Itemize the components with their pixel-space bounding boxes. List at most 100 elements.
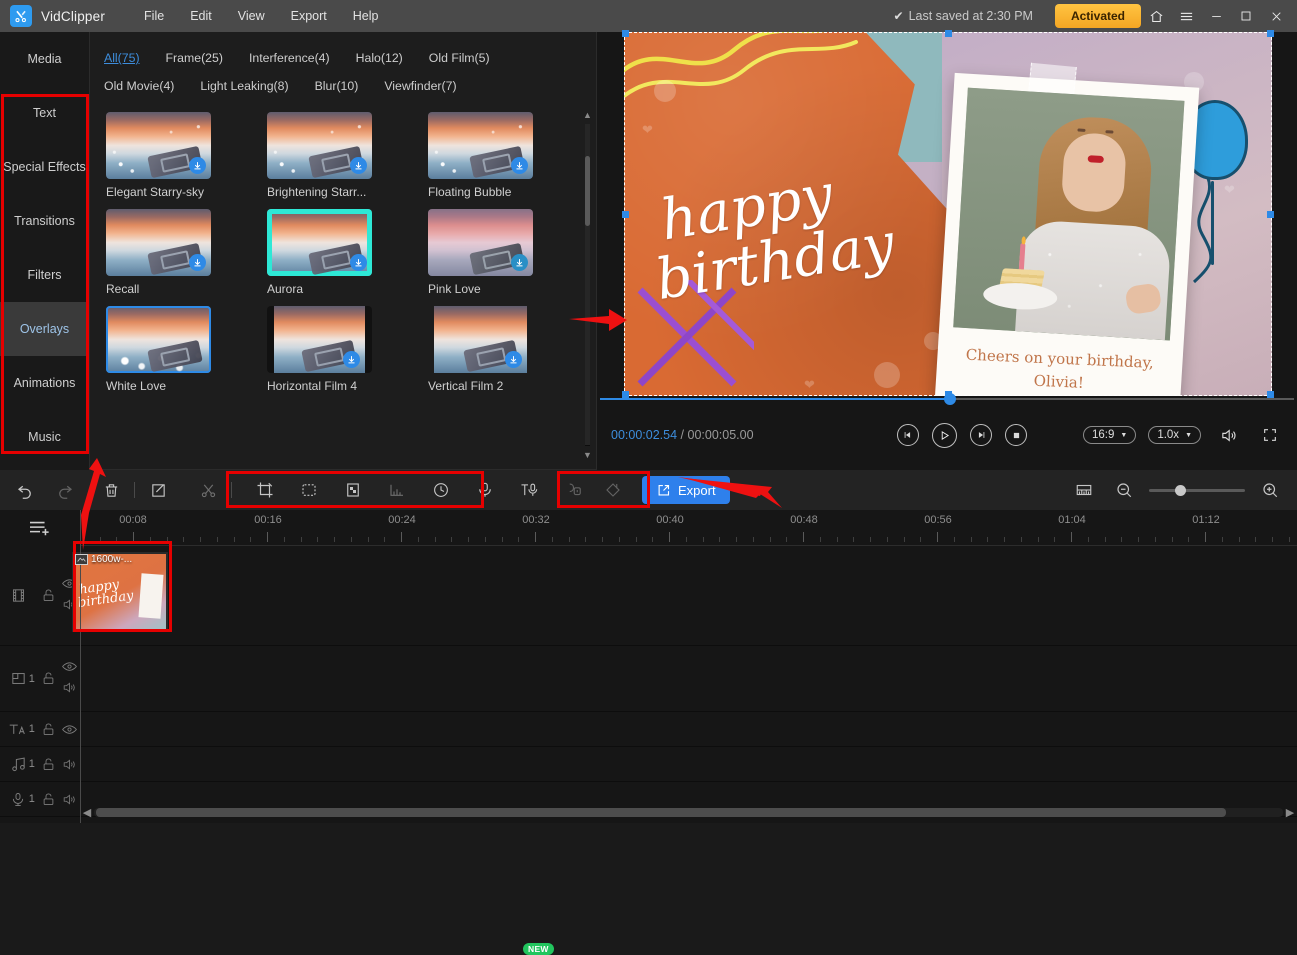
redo-icon[interactable]	[50, 475, 80, 505]
text-to-speech-icon[interactable]	[514, 475, 544, 505]
aspect-ratio-selector[interactable]: 16:9 ▼	[1082, 426, 1137, 444]
step-back-icon[interactable]	[897, 424, 919, 446]
sidebar-item-filters[interactable]: Filters	[0, 248, 89, 302]
sidebar-item-transitions[interactable]: Transitions	[0, 194, 89, 248]
effect-thumbnail[interactable]	[428, 112, 533, 179]
sidebar-item-overlays[interactable]: Overlays	[0, 302, 89, 356]
tab-all[interactable]: All(75)	[104, 51, 140, 65]
eye-icon[interactable]	[59, 724, 80, 735]
delete-icon[interactable]	[96, 475, 126, 505]
activated-badge[interactable]: Activated	[1054, 4, 1141, 28]
unlocked-icon[interactable]	[38, 671, 59, 686]
effect-thumbnail[interactable]	[428, 306, 533, 373]
scrollbar-thumb[interactable]	[96, 807, 1226, 817]
timeline-horizontal-scrollbar[interactable]: ◀ ▶	[80, 803, 1297, 821]
menu-view[interactable]: View	[225, 5, 278, 27]
track-video[interactable]: happy birthday 1600w-...	[0, 546, 1297, 646]
undo-icon[interactable]	[10, 475, 40, 505]
split-icon[interactable]	[193, 475, 223, 505]
speaker-icon[interactable]	[59, 793, 80, 806]
download-icon[interactable]	[505, 351, 522, 368]
effect-thumbnail[interactable]	[106, 306, 211, 373]
add-track-button[interactable]	[0, 510, 80, 546]
track-body-music[interactable]	[80, 747, 1297, 781]
sidebar-item-animations[interactable]: Animations	[0, 356, 89, 410]
effect-card[interactable]: Vertical Film 2	[428, 306, 589, 393]
maximize-icon[interactable]	[1231, 0, 1261, 32]
effect-card[interactable]: Recall	[106, 209, 267, 296]
progress-knob[interactable]	[944, 393, 956, 405]
track-music[interactable]: 1	[0, 747, 1297, 782]
download-icon[interactable]	[511, 254, 528, 271]
effect-card[interactable]: Brightening Starr...	[267, 112, 428, 199]
download-icon[interactable]	[189, 254, 206, 271]
zoom-out-icon[interactable]	[1109, 475, 1139, 505]
speed-selector[interactable]: 1.0x ▼	[1148, 426, 1201, 444]
step-forward-icon[interactable]	[970, 424, 992, 446]
home-icon[interactable]	[1141, 0, 1171, 32]
effect-thumbnail[interactable]	[106, 112, 211, 179]
tab-light-leaking[interactable]: Light Leaking(8)	[200, 79, 288, 93]
tab-old-film[interactable]: Old Film(5)	[429, 51, 490, 65]
eye-icon[interactable]	[62, 661, 78, 675]
scroll-right-icon[interactable]: ▶	[1283, 806, 1297, 819]
audio-levels-icon[interactable]	[382, 475, 412, 505]
stop-icon[interactable]	[1005, 424, 1027, 446]
unlocked-icon[interactable]	[38, 588, 59, 603]
track-body-video[interactable]: happy birthday 1600w-...	[72, 546, 1297, 645]
menu-edit[interactable]: Edit	[177, 5, 225, 27]
chroma-key-icon[interactable]	[338, 475, 368, 505]
zoom-in-icon[interactable]	[1255, 475, 1285, 505]
unlocked-icon[interactable]	[38, 757, 59, 772]
effect-card[interactable]: Pink Love	[428, 209, 589, 296]
shape-mask-icon[interactable]	[598, 475, 628, 505]
fullscreen-icon[interactable]	[1255, 420, 1285, 450]
freeze-frame-icon[interactable]	[560, 475, 590, 505]
effect-thumbnail[interactable]	[267, 112, 372, 179]
speed-clock-icon[interactable]	[426, 475, 456, 505]
effect-thumbnail[interactable]	[106, 209, 211, 276]
sidebar-item-media[interactable]: Media	[0, 32, 89, 86]
download-icon[interactable]	[343, 351, 360, 368]
scroll-down-icon[interactable]: ▼	[583, 450, 592, 460]
scrollbar-track[interactable]	[94, 807, 1283, 817]
playback-progress-bar[interactable]	[600, 393, 1294, 405]
zoom-slider-knob[interactable]	[1175, 484, 1186, 496]
video-clip[interactable]: happy birthday 1600w-...	[72, 552, 168, 632]
effect-card[interactable]: Horizontal Film 4	[267, 306, 428, 393]
close-icon[interactable]	[1261, 0, 1291, 32]
download-icon[interactable]	[350, 157, 367, 174]
timeline-ruler[interactable]: 00:08 00:16 00:24 00:32 00:40 00:48 00:5…	[80, 510, 1297, 546]
effect-thumbnail[interactable]	[428, 209, 533, 276]
track-body-text[interactable]	[80, 712, 1297, 746]
tab-old-movie[interactable]: Old Movie(4)	[104, 79, 174, 93]
menu-icon[interactable]	[1171, 0, 1201, 32]
edit-icon[interactable]	[143, 475, 173, 505]
sidebar-item-text[interactable]: Text	[0, 86, 89, 140]
effect-card[interactable]: Elegant Starry-sky	[106, 112, 267, 199]
sidebar-item-special-effects[interactable]: Special Effects	[0, 140, 89, 194]
sidebar-item-music[interactable]: Music	[0, 410, 89, 464]
effect-card[interactable]: Aurora	[267, 209, 428, 296]
track-body-pip[interactable]	[80, 646, 1297, 711]
menu-file[interactable]: File	[131, 5, 177, 27]
volume-icon[interactable]	[1213, 420, 1243, 450]
tab-interference[interactable]: Interference(4)	[249, 51, 330, 65]
unlocked-icon[interactable]	[38, 792, 59, 807]
track-text[interactable]: 1	[0, 712, 1297, 747]
scrollbar-thumb[interactable]	[585, 156, 590, 226]
play-icon[interactable]	[932, 422, 957, 448]
tab-blur[interactable]: Blur(10)	[315, 79, 359, 93]
download-icon[interactable]	[350, 254, 367, 271]
effect-card[interactable]: Floating Bubble	[428, 112, 589, 199]
zoom-slider[interactable]	[1149, 484, 1245, 496]
tab-halo[interactable]: Halo(12)	[356, 51, 403, 65]
effects-scrollbar[interactable]: ▲ ▼	[582, 110, 593, 460]
menu-export[interactable]: Export	[278, 5, 340, 27]
effect-card-selected[interactable]: White Love	[106, 306, 267, 393]
scroll-left-icon[interactable]: ◀	[80, 806, 94, 819]
export-button[interactable]: Export	[642, 476, 730, 504]
track-pip[interactable]: 1	[0, 646, 1297, 712]
unlocked-icon[interactable]	[38, 722, 59, 737]
effect-thumbnail[interactable]	[267, 306, 372, 373]
